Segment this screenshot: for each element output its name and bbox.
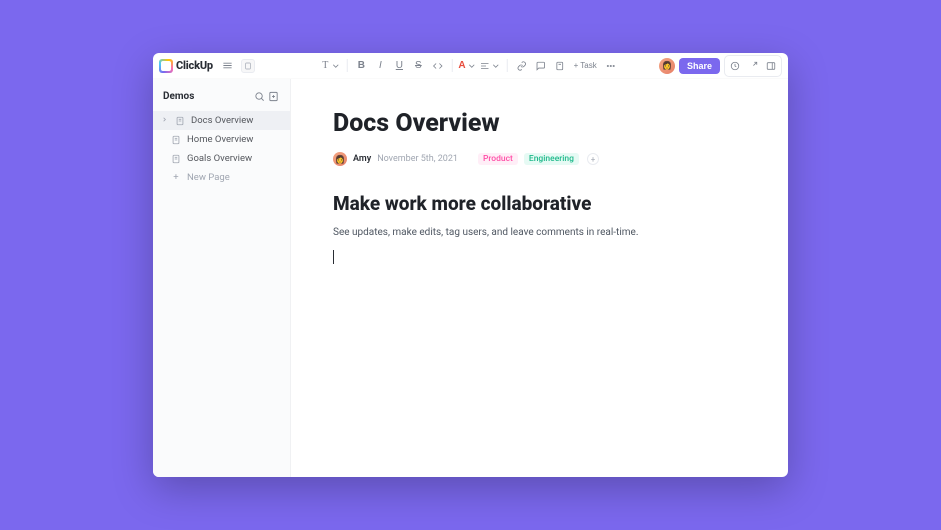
app-window: ClickUp T B I U S A (153, 53, 788, 477)
history-icon[interactable] (727, 58, 743, 74)
sidebar-new-page[interactable]: + New Page (153, 168, 290, 187)
sidebar: Demos Docs Overview (153, 79, 291, 477)
author-avatar[interactable]: 👩 (333, 152, 347, 166)
topbar-right: 👩 Share (659, 55, 782, 77)
search-icon[interactable] (252, 89, 266, 103)
author-name: Amy (353, 154, 371, 164)
doc-icon (171, 154, 181, 164)
separator (451, 59, 452, 72)
tag-product[interactable]: Product (478, 153, 518, 165)
italic-button[interactable]: I (372, 58, 388, 74)
logo: ClickUp (159, 59, 213, 73)
topbar: ClickUp T B I U S A (153, 53, 788, 79)
link-button[interactable] (514, 58, 530, 74)
add-task-button[interactable]: +Task (571, 59, 600, 72)
body: Demos Docs Overview (153, 79, 788, 477)
right-icon-group (724, 55, 782, 77)
body-text[interactable]: See updates, make edits, tag users, and … (333, 225, 746, 240)
separator (507, 59, 508, 72)
sidebar-item-docs-overview[interactable]: Docs Overview (153, 111, 290, 130)
add-tag-button[interactable]: + (587, 153, 599, 165)
page-title[interactable]: Docs Overview (333, 109, 746, 138)
text-cursor (333, 250, 334, 264)
logo-icon (159, 59, 173, 73)
doc-date: November 5th, 2021 (377, 154, 458, 164)
share-button[interactable]: Share (679, 58, 720, 74)
sidebar-header: Demos (153, 89, 290, 111)
sidebar-item-goals-overview[interactable]: Goals Overview (153, 149, 290, 168)
doc-icon (171, 135, 181, 145)
add-page-icon[interactable] (266, 89, 280, 103)
bold-button[interactable]: B (353, 58, 369, 74)
menu-toggle-button[interactable] (219, 57, 237, 75)
brand-name: ClickUp (176, 59, 213, 72)
panel-icon[interactable] (763, 58, 779, 74)
tag-engineering[interactable]: Engineering (524, 153, 579, 165)
doc-badge-icon (241, 59, 255, 73)
sidebar-item-label: Docs Overview (191, 115, 253, 126)
more-button[interactable] (603, 58, 619, 74)
text-color-button[interactable]: A (458, 58, 476, 74)
document-content[interactable]: Docs Overview 👩 Amy November 5th, 2021 P… (291, 79, 788, 477)
section-heading[interactable]: Make work more collaborative (333, 192, 746, 215)
sidebar-item-label: Goals Overview (187, 153, 252, 164)
sidebar-item-label: New Page (187, 172, 230, 183)
expand-icon[interactable] (745, 58, 761, 74)
workspace-name: Demos (163, 91, 252, 102)
doc-icon (175, 116, 185, 126)
formatting-toolbar: T B I U S A (322, 58, 618, 74)
plus-icon: + (171, 173, 181, 183)
strikethrough-button[interactable]: S (410, 58, 426, 74)
underline-button[interactable]: U (391, 58, 407, 74)
avatar[interactable]: 👩 (659, 58, 675, 74)
text-style-dropdown[interactable]: T (322, 58, 340, 74)
align-button[interactable] (480, 58, 501, 74)
sidebar-item-label: Home Overview (187, 134, 253, 145)
code-button[interactable] (429, 58, 445, 74)
doc-meta: 👩 Amy November 5th, 2021 Product Enginee… (333, 152, 746, 166)
attachment-button[interactable] (552, 58, 568, 74)
sidebar-item-home-overview[interactable]: Home Overview (153, 130, 290, 149)
comment-button[interactable] (533, 58, 549, 74)
chevron-right-icon (161, 115, 169, 126)
separator (346, 59, 347, 72)
